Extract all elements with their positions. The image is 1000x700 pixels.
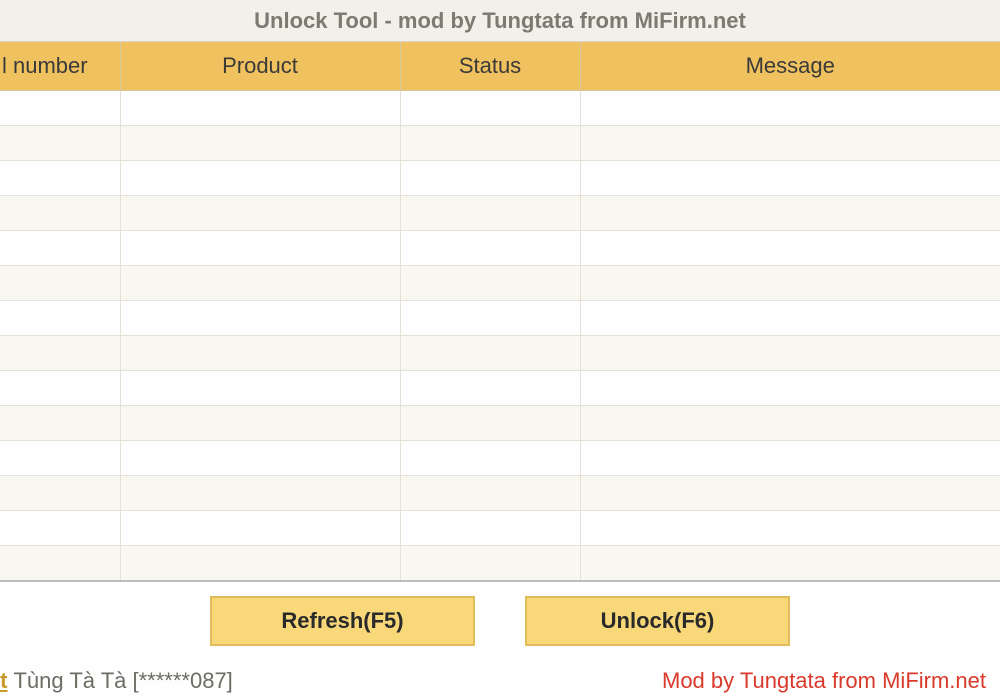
cell-product [120,545,400,580]
cell-status [400,195,580,230]
table-row[interactable] [0,300,1000,335]
table-row[interactable] [0,405,1000,440]
cell-serial [0,125,120,160]
cell-product [120,300,400,335]
cell-message [580,405,1000,440]
user-info: it Tùng Tà Tà [******087] [0,668,233,694]
table-row[interactable] [0,510,1000,545]
window-title: Unlock Tool - mod by Tungtata from MiFir… [254,8,746,34]
cell-serial [0,475,120,510]
cell-status [400,265,580,300]
cell-status [400,440,580,475]
unlock-button[interactable]: Unlock(F6) [525,596,790,646]
table-header-row: l number Product Status Message [0,42,1000,90]
cell-status [400,405,580,440]
cell-message [580,265,1000,300]
cell-status [400,510,580,545]
cell-serial [0,370,120,405]
cell-status [400,160,580,195]
cell-serial [0,265,120,300]
logout-link[interactable]: it [0,668,7,694]
table-row[interactable] [0,265,1000,300]
table-row[interactable] [0,440,1000,475]
cell-serial [0,300,120,335]
title-bar: Unlock Tool - mod by Tungtata from MiFir… [0,0,1000,42]
table-row[interactable] [0,475,1000,510]
cell-serial [0,335,120,370]
cell-status [400,545,580,580]
cell-message [580,90,1000,125]
column-serial-number[interactable]: l number [0,42,120,90]
device-table-container: l number Product Status Message [0,42,1000,580]
table-row[interactable] [0,195,1000,230]
table-row[interactable] [0,370,1000,405]
cell-status [400,90,580,125]
table-row[interactable] [0,160,1000,195]
device-table: l number Product Status Message [0,42,1000,580]
cell-message [580,195,1000,230]
cell-serial [0,405,120,440]
cell-serial [0,90,120,125]
cell-message [580,545,1000,580]
cell-product [120,475,400,510]
cell-message [580,510,1000,545]
refresh-button[interactable]: Refresh(F5) [210,596,475,646]
cell-serial [0,440,120,475]
cell-status [400,300,580,335]
cell-product [120,265,400,300]
cell-message [580,230,1000,265]
cell-product [120,230,400,265]
cell-serial [0,160,120,195]
cell-product [120,160,400,195]
cell-product [120,125,400,160]
cell-status [400,230,580,265]
cell-serial [0,510,120,545]
cell-serial [0,230,120,265]
cell-message [580,160,1000,195]
cell-message [580,440,1000,475]
cell-message [580,370,1000,405]
cell-product [120,510,400,545]
cell-status [400,475,580,510]
app-window: Unlock Tool - mod by Tungtata from MiFir… [0,0,1000,700]
cell-status [400,125,580,160]
user-display-name: Tùng Tà Tà [******087] [13,668,232,694]
device-table-body [0,90,1000,580]
table-row[interactable] [0,545,1000,580]
cell-product [120,195,400,230]
mod-credit: Mod by Tungtata from MiFirm.net [662,668,986,694]
cell-product [120,370,400,405]
table-row[interactable] [0,230,1000,265]
cell-status [400,370,580,405]
cell-message [580,125,1000,160]
cell-message [580,475,1000,510]
cell-serial [0,545,120,580]
cell-message [580,300,1000,335]
button-row: Refresh(F5) Unlock(F6) [0,582,1000,646]
table-row[interactable] [0,90,1000,125]
cell-product [120,90,400,125]
table-row[interactable] [0,335,1000,370]
column-product[interactable]: Product [120,42,400,90]
footer: Refresh(F5) Unlock(F6) it Tùng Tà Tà [**… [0,580,1000,700]
cell-status [400,335,580,370]
cell-product [120,440,400,475]
column-message[interactable]: Message [580,42,1000,90]
cell-message [580,335,1000,370]
cell-product [120,405,400,440]
cell-product [120,335,400,370]
table-row[interactable] [0,125,1000,160]
cell-serial [0,195,120,230]
status-row: it Tùng Tà Tà [******087] Mod by Tungtat… [0,646,1000,700]
column-status[interactable]: Status [400,42,580,90]
